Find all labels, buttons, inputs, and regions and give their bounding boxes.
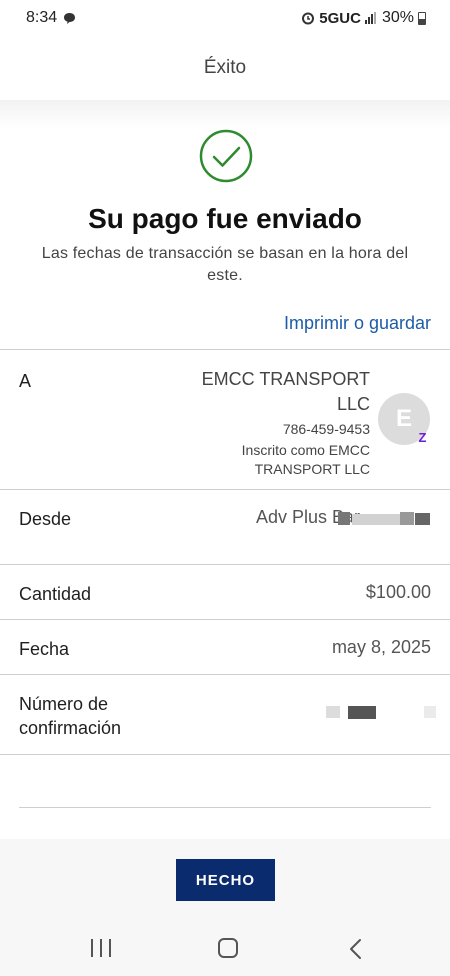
zelle-badge-icon: Z [418, 430, 427, 445]
amount-label: Cantidad [19, 584, 92, 604]
recipient-enrolled: Inscrito como EMCC TRANSPORT LLC [241, 442, 370, 477]
redaction-mark [400, 512, 414, 525]
battery-percent: 30% [381, 9, 414, 26]
header-shadow [0, 100, 450, 128]
divider [0, 564, 450, 565]
network-type: 5GUC [319, 9, 361, 27]
status-time: 8:34 [26, 9, 58, 26]
redaction-mark [348, 706, 376, 719]
recipient-name: EMCC TRANSPORT LLC [201, 369, 370, 414]
system-nav-bar [0, 923, 450, 976]
print-or-save-link[interactable]: Imprimir o guardar [284, 313, 431, 334]
redaction-mark [352, 514, 400, 525]
battery-icon [418, 11, 426, 25]
back-icon[interactable] [346, 937, 366, 961]
signal-icon [364, 12, 376, 24]
redaction-mark [326, 706, 340, 718]
done-button[interactable]: HECHO [176, 859, 275, 901]
divider [0, 349, 450, 350]
divider [0, 489, 450, 490]
chat-notification-icon [64, 12, 76, 24]
date-label: Fecha [19, 639, 70, 659]
status-left: 8:34 [26, 9, 76, 27]
app-header: Éxito [0, 36, 450, 100]
home-icon[interactable] [218, 938, 238, 958]
divider [19, 807, 431, 808]
redaction-mark [415, 513, 430, 525]
divider [0, 754, 450, 755]
alarm-icon [302, 12, 315, 25]
redaction-mark [338, 512, 350, 525]
page-title: Éxito [203, 57, 247, 78]
redaction-mark [424, 706, 436, 718]
recents-icon[interactable] [91, 939, 111, 959]
avatar-initial: E [395, 405, 412, 432]
divider [0, 674, 450, 675]
success-title: Su pago fue enviado [88, 203, 362, 234]
status-bar: 8:34 5GUC 30% [0, 0, 450, 36]
confirmation-label: Número de confirmación [19, 694, 122, 738]
date-value: may 8, 2025 [331, 637, 431, 657]
recipient-info: EMCC TRANSPORT LLC 786-459-9453 Inscrito… [170, 367, 370, 479]
success-check-icon [199, 129, 253, 183]
from-label: Desde [19, 509, 72, 529]
status-right: 5GUC 30% [301, 9, 426, 27]
recipient-phone: 786-459-9453 [282, 421, 370, 437]
to-label: A [19, 371, 32, 391]
success-subtitle: Las fechas de transacción se basan en la… [41, 245, 409, 284]
divider [0, 619, 450, 620]
amount-value: $100.00 [365, 582, 431, 602]
